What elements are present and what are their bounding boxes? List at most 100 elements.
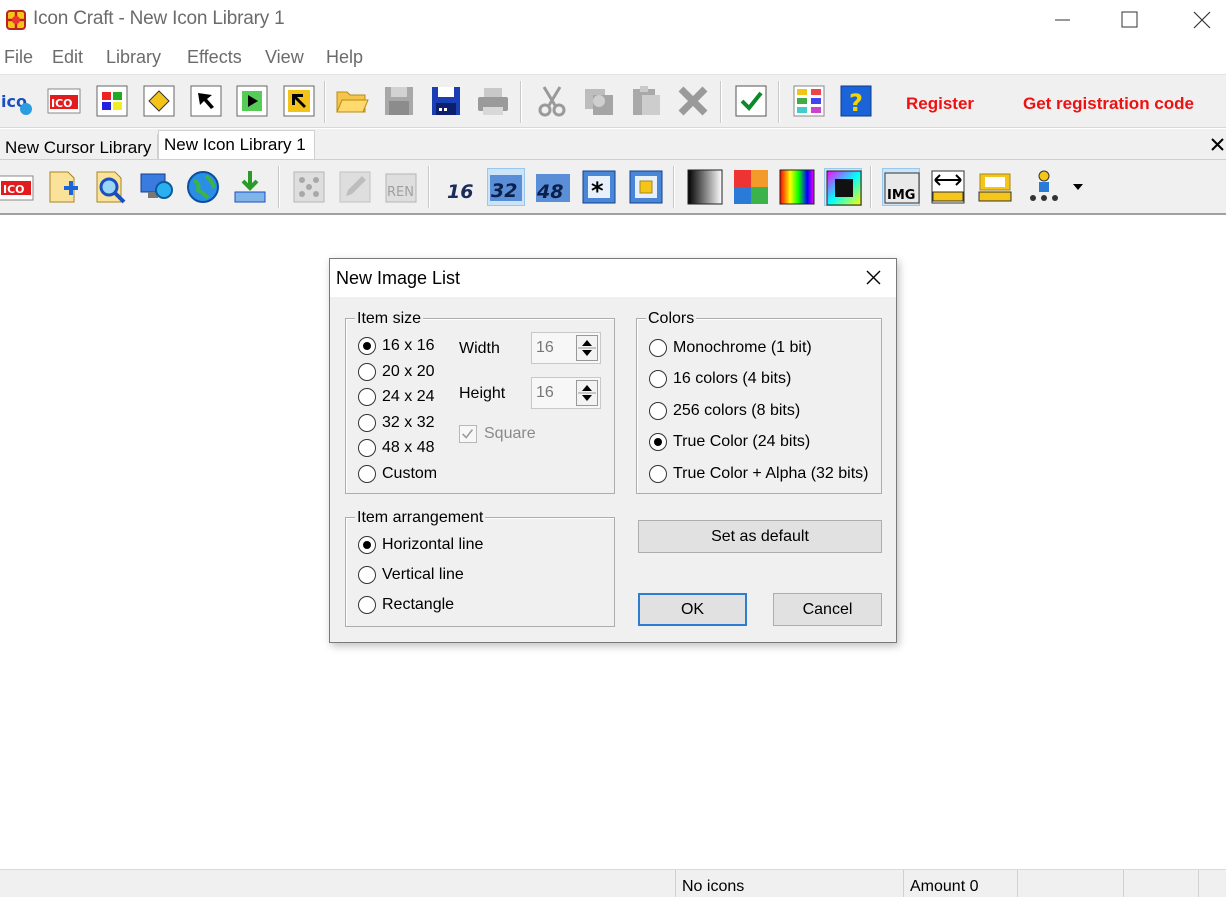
radio-dot	[649, 339, 667, 357]
size-16-button[interactable]: 16	[442, 168, 480, 206]
delete-button[interactable]	[675, 83, 711, 119]
new-ico-button[interactable]: ICO	[0, 168, 34, 206]
radio-dot	[358, 536, 376, 554]
frame-button[interactable]	[627, 168, 665, 206]
play-icon	[236, 85, 268, 117]
settings-grid-icon	[793, 85, 825, 117]
arrange-vertical-radio[interactable]: Vertical line	[358, 564, 558, 586]
arrange-rectangle-radio[interactable]: Rectangle	[358, 594, 558, 616]
ok-button[interactable]: OK	[638, 593, 747, 626]
find-image-button[interactable]	[91, 168, 129, 206]
help-button[interactable]: ?	[838, 83, 874, 119]
color-32bit-radio[interactable]: True Color + Alpha (32 bits)	[649, 463, 874, 485]
image-view-button[interactable]: IMG	[882, 168, 920, 206]
print-button[interactable]	[475, 83, 511, 119]
set-as-default-button[interactable]: Set as default	[638, 520, 882, 553]
open-button[interactable]	[334, 83, 370, 119]
menu-library[interactable]: Library	[106, 47, 161, 68]
menu-view[interactable]: View	[265, 47, 304, 68]
color-256-radio[interactable]: 256 colors (8 bits)	[649, 400, 874, 422]
menu-file[interactable]: File	[4, 47, 33, 68]
save-as-button[interactable]	[428, 83, 464, 119]
size-48-button[interactable]: 48	[534, 168, 572, 206]
grayscale-button[interactable]	[686, 168, 724, 206]
svg-text:ICO: ICO	[3, 183, 25, 196]
new-windows-icon-button[interactable]	[94, 83, 130, 119]
options-button[interactable]	[791, 83, 827, 119]
size-32-radio[interactable]: 32 x 32	[358, 412, 448, 434]
new-cursor-button[interactable]	[188, 83, 224, 119]
spin-updown-icon[interactable]	[576, 380, 598, 406]
save-button[interactable]	[381, 83, 417, 119]
register-link[interactable]: Register	[906, 94, 974, 114]
new-image-list-dialog: New Image List Item size 16 x 16 20 x 20…	[329, 258, 897, 643]
height-spinner[interactable]: 16	[531, 377, 601, 409]
square-checkbox[interactable]: Square	[459, 423, 559, 445]
pencil-disabled-icon	[339, 171, 371, 203]
get-registration-code-link[interactable]: Get registration code	[1023, 94, 1194, 114]
download-tray-icon	[234, 171, 266, 203]
menu-edit[interactable]: Edit	[52, 47, 83, 68]
size-32-button[interactable]: 32	[487, 168, 525, 206]
color-24bit-radio[interactable]: True Color (24 bits)	[649, 431, 874, 453]
menu-help[interactable]: Help	[326, 47, 363, 68]
web-search-button[interactable]	[184, 168, 222, 206]
size-48-icon: 48	[536, 174, 570, 203]
height-label: Height	[459, 385, 506, 402]
svg-text:?: ?	[849, 89, 863, 117]
tab-cursor-library[interactable]: New Cursor Library 1	[0, 134, 158, 177]
check-button[interactable]	[733, 83, 769, 119]
size-16-radio[interactable]: 16 x 16	[358, 335, 448, 357]
color-mono-radio[interactable]: Monochrome (1 bit)	[649, 337, 874, 359]
new-ico-file-button[interactable]: ICO	[46, 83, 82, 119]
radio-dot	[649, 402, 667, 420]
new-animated-cursor-button[interactable]	[234, 83, 270, 119]
img-label-icon: IMG	[884, 172, 920, 204]
width-spinner[interactable]: 16	[531, 332, 601, 364]
dots-disabled-icon	[293, 171, 325, 203]
tab-icon-library[interactable]: New Icon Library 1	[158, 130, 315, 159]
extract-button[interactable]	[231, 168, 269, 206]
effects-button[interactable]	[290, 168, 328, 206]
paste-button[interactable]	[628, 83, 664, 119]
minimize-icon[interactable]	[1025, 0, 1095, 40]
scan-computer-button[interactable]	[138, 168, 176, 206]
dropdown-arrow-icon[interactable]	[1071, 182, 1085, 192]
palette-16-button[interactable]	[732, 168, 770, 206]
rainbow-gradient-icon	[779, 169, 815, 205]
arrange-horizontal-label: Horizontal line	[382, 536, 484, 553]
color-16-radio[interactable]: 16 colors (4 bits)	[649, 368, 874, 390]
size-24-radio[interactable]: 24 x 24	[358, 386, 448, 408]
stretch-button[interactable]	[929, 168, 967, 206]
maximize-icon[interactable]	[1095, 0, 1165, 40]
rename-button[interactable]: REN	[382, 168, 420, 206]
custom-size-button[interactable]: *	[580, 168, 618, 206]
edit-image-button[interactable]	[336, 168, 374, 206]
resize-grip[interactable]	[1198, 870, 1226, 897]
menu-effects[interactable]: Effects	[187, 47, 242, 68]
color-32bit-label: True Color + Alpha (32 bits)	[673, 465, 869, 482]
arrange-horizontal-radio[interactable]: Horizontal line	[358, 534, 558, 556]
palette-256-button[interactable]	[778, 168, 816, 206]
size-20-radio[interactable]: 20 x 20	[358, 361, 448, 383]
tools-menu-button[interactable]	[1025, 168, 1063, 206]
close-window-icon[interactable]	[1160, 0, 1226, 40]
copy-button[interactable]	[581, 83, 617, 119]
toolbar-separator	[720, 81, 722, 123]
new-diamond-icon-button[interactable]	[141, 83, 177, 119]
close-tab-icon[interactable]	[1207, 133, 1226, 155]
radio-dot	[649, 433, 667, 451]
cancel-button[interactable]: Cancel	[773, 593, 882, 626]
size-custom-radio[interactable]: Custom	[358, 463, 448, 485]
true-color-button[interactable]	[824, 168, 862, 206]
checkmark-disabled-icon	[462, 429, 474, 439]
spin-updown-icon[interactable]	[576, 335, 598, 361]
cut-button[interactable]	[534, 83, 570, 119]
new-resize-cursor-button[interactable]	[281, 83, 317, 119]
new-icon-button[interactable]: ico	[0, 83, 36, 119]
add-image-button[interactable]	[44, 168, 82, 206]
dialog-close-icon[interactable]	[850, 259, 896, 297]
ico-globe-icon: ico	[1, 92, 32, 115]
ruler-button[interactable]	[976, 168, 1014, 206]
size-48-radio[interactable]: 48 x 48	[358, 437, 448, 459]
